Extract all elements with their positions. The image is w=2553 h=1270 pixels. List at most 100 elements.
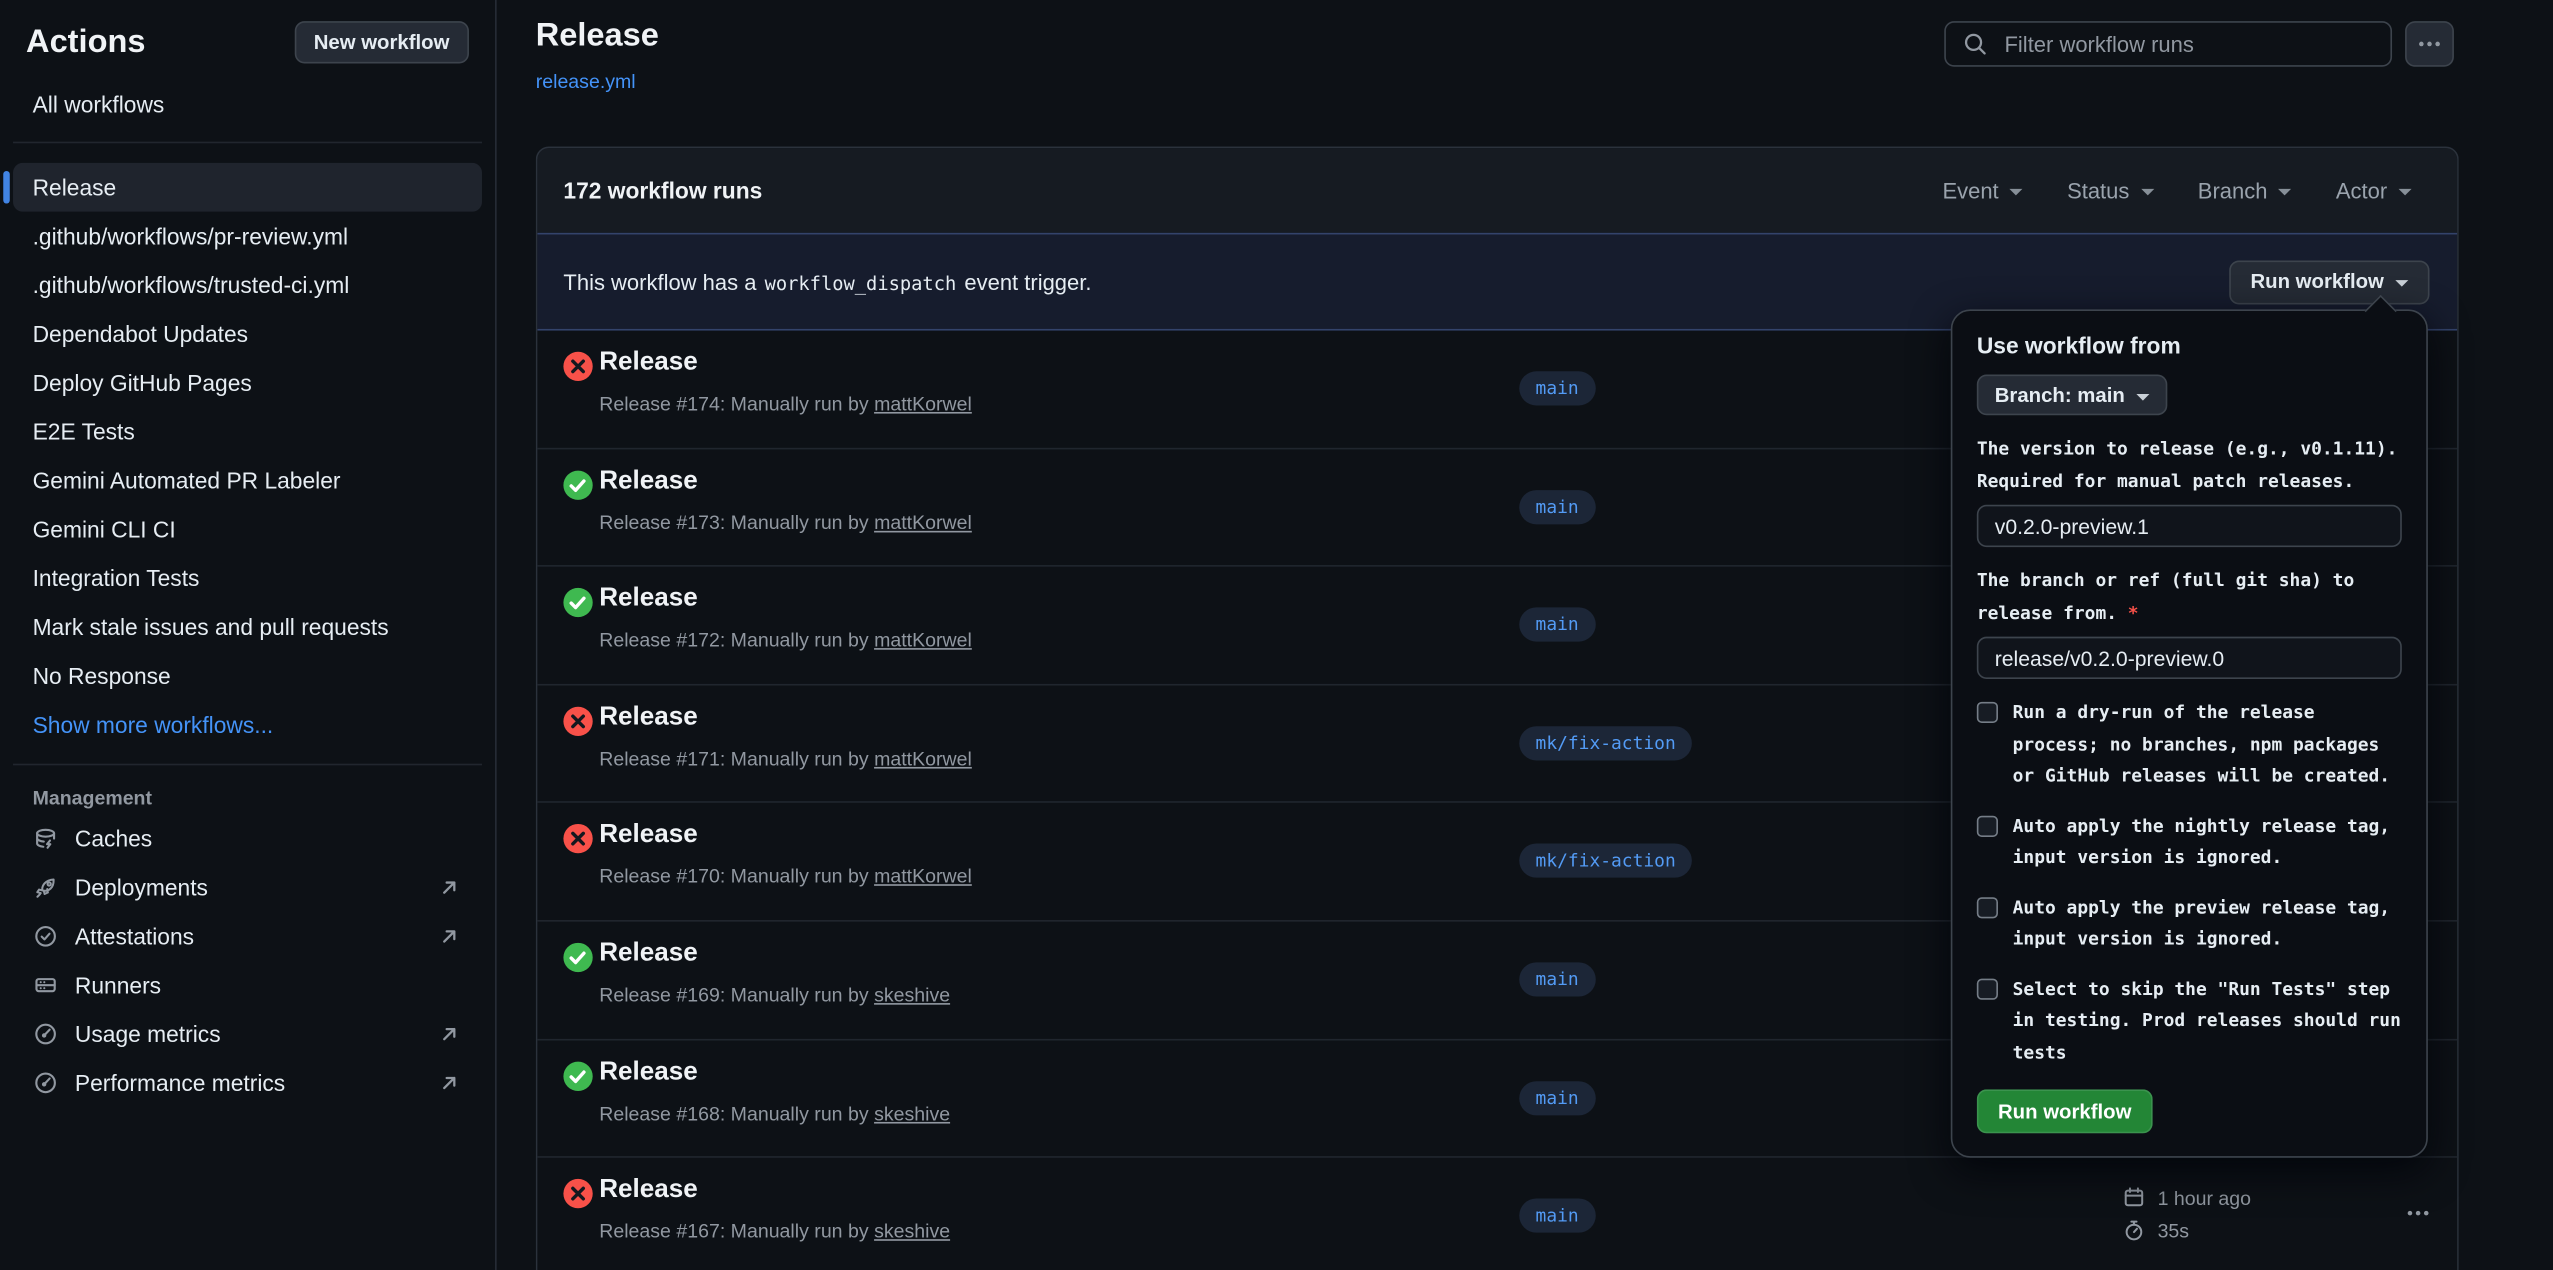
sidebar-item-mark-stale-issues-and-pull-requests[interactable]: Mark stale issues and pull requests bbox=[13, 602, 482, 651]
sidebar-title: Actions bbox=[26, 24, 145, 61]
sidebar-item-release[interactable]: Release bbox=[13, 163, 482, 212]
ref-field-description: The branch or ref (full git sha) to rele… bbox=[1977, 565, 2402, 629]
run-title-link[interactable]: Release bbox=[599, 940, 698, 969]
external-link-icon bbox=[436, 1021, 462, 1047]
run-title-link[interactable]: Release bbox=[599, 467, 698, 496]
run-workflow-submit-button[interactable]: Run workflow bbox=[1977, 1089, 2153, 1133]
checkbox[interactable] bbox=[1977, 896, 1998, 917]
chevron-down-icon bbox=[2279, 189, 2292, 196]
sidebar-item-performance-metrics[interactable]: Performance metrics bbox=[13, 1058, 482, 1107]
run-description: Release #169: Manually run by skeshive bbox=[599, 983, 950, 1006]
external-link-icon bbox=[436, 1070, 462, 1096]
checkbox[interactable] bbox=[1977, 978, 1998, 999]
chevron-down-icon bbox=[2010, 189, 2023, 196]
actions-page: Actions New workflow All workflows Relea… bbox=[0, 0, 2553, 1270]
sidebar-item-e2e-tests[interactable]: E2E Tests bbox=[13, 407, 482, 456]
banner-text: This workflow has aworkflow_dispatcheven… bbox=[563, 269, 1091, 293]
run-status-icon bbox=[563, 470, 592, 499]
sidebar-divider bbox=[13, 764, 482, 766]
filter-workflow-runs-box bbox=[1944, 21, 2392, 67]
run-branch-pill[interactable]: main bbox=[1519, 371, 1595, 405]
sidebar-item-gemini-cli-ci[interactable]: Gemini CLI CI bbox=[13, 505, 482, 554]
popup-title: Use workflow from bbox=[1977, 332, 2402, 358]
filter-actor[interactable]: Actor bbox=[2336, 178, 2412, 202]
run-title-link[interactable]: Release bbox=[599, 585, 698, 614]
workflow-list: Release.github/workflows/pr-review.yml.g… bbox=[0, 158, 495, 700]
sidebar-item-deploy-github-pages[interactable]: Deploy GitHub Pages bbox=[13, 358, 482, 407]
run-branch-pill[interactable]: main bbox=[1519, 962, 1595, 996]
new-workflow-button[interactable]: New workflow bbox=[294, 21, 469, 63]
sidebar-item-gemini-automated-pr-labeler[interactable]: Gemini Automated PR Labeler bbox=[13, 456, 482, 505]
run-meta: 1 hour ago 35s bbox=[2122, 1186, 2251, 1243]
sidebar-item-usage-metrics[interactable]: Usage metrics bbox=[13, 1010, 482, 1059]
sidebar-item-attestations[interactable]: Attestations bbox=[13, 912, 482, 961]
required-asterisk: * bbox=[2128, 602, 2139, 623]
run-branch-pill[interactable]: main bbox=[1519, 489, 1595, 523]
run-title-link[interactable]: Release bbox=[599, 348, 698, 377]
sidebar-item-github-workflows-pr-review-yml[interactable]: .github/workflows/pr-review.yml bbox=[13, 212, 482, 261]
run-status-icon bbox=[563, 825, 592, 854]
run-kebab-button[interactable] bbox=[2405, 1200, 2444, 1226]
management-section-label: Management bbox=[13, 786, 482, 809]
run-actor-link[interactable]: skeshive bbox=[874, 1220, 950, 1243]
ref-input[interactable] bbox=[1977, 637, 2402, 679]
run-title-link[interactable]: Release bbox=[599, 821, 698, 850]
sidebar-divider bbox=[13, 142, 482, 144]
filter-branch[interactable]: Branch bbox=[2198, 178, 2292, 202]
checkbox[interactable] bbox=[1977, 702, 1998, 723]
filter-event[interactable]: Event bbox=[1942, 178, 2023, 202]
run-actor-link[interactable]: skeshive bbox=[874, 983, 950, 1006]
version-input[interactable] bbox=[1977, 505, 2402, 547]
sidebar-item-github-workflows-trusted-ci-yml[interactable]: .github/workflows/trusted-ci.yml bbox=[13, 261, 482, 310]
run-workflow-dropdown-button[interactable]: Run workflow bbox=[2229, 260, 2429, 304]
run-title-link[interactable]: Release bbox=[599, 703, 698, 732]
run-title-link[interactable]: Release bbox=[599, 1176, 698, 1205]
run-description: Release #167: Manually run by skeshive bbox=[599, 1220, 950, 1243]
run-actor-link[interactable]: mattKorwel bbox=[874, 392, 972, 415]
cache-icon bbox=[33, 826, 59, 852]
filter-workflow-runs-input[interactable] bbox=[2001, 30, 2374, 58]
external-link-icon bbox=[436, 923, 462, 949]
runs-count: 172 workflow runs bbox=[563, 177, 762, 203]
run-status-icon bbox=[563, 1179, 592, 1208]
sidebar-item-all-workflows[interactable]: All workflows bbox=[13, 81, 482, 127]
run-actor-link[interactable]: skeshive bbox=[874, 1102, 950, 1125]
run-branch-pill[interactable]: main bbox=[1519, 1081, 1595, 1115]
sidebar-item-caches[interactable]: Caches bbox=[13, 814, 482, 863]
run-actor-link[interactable]: mattKorwel bbox=[874, 629, 972, 652]
run-branch-pill[interactable]: main bbox=[1519, 1199, 1595, 1233]
branch-selector-button[interactable]: Branch: main bbox=[1977, 375, 2167, 416]
workflow-run-row[interactable]: Release Release #167: Manually run by sk… bbox=[537, 1158, 2457, 1270]
popup-checkbox-row: Auto apply the nightly release tag, inpu… bbox=[1977, 810, 2402, 874]
kebab-icon bbox=[2416, 31, 2442, 57]
run-branch-pill[interactable]: mk/fix-action bbox=[1519, 844, 1692, 878]
run-status-icon bbox=[563, 352, 592, 381]
sidebar-item-no-response[interactable]: No Response bbox=[13, 651, 482, 700]
run-status-icon bbox=[563, 1061, 592, 1090]
show-more-workflows-link[interactable]: Show more workflows... bbox=[13, 700, 482, 749]
page-title: Release bbox=[536, 18, 659, 55]
checkbox-label: Run a dry-run of the release process; no… bbox=[2013, 697, 2402, 792]
workflow-file-link[interactable]: release.yml bbox=[536, 70, 636, 93]
chevron-down-icon bbox=[2399, 189, 2412, 196]
run-actor-link[interactable]: mattKorwel bbox=[874, 865, 972, 888]
sidebar-item-integration-tests[interactable]: Integration Tests bbox=[13, 554, 482, 603]
run-title-link[interactable]: Release bbox=[599, 1058, 698, 1087]
sidebar-item-runners[interactable]: Runners bbox=[13, 961, 482, 1010]
filter-status[interactable]: Status bbox=[2067, 178, 2154, 202]
workflow-options-kebab-button[interactable] bbox=[2405, 21, 2454, 67]
run-actor-link[interactable]: mattKorwel bbox=[874, 747, 972, 770]
run-branch-pill[interactable]: main bbox=[1519, 608, 1595, 642]
run-status-icon bbox=[563, 943, 592, 972]
checkbox[interactable] bbox=[1977, 815, 1998, 836]
run-description: Release #172: Manually run by mattKorwel bbox=[599, 629, 972, 652]
version-field-description: The version to release (e.g., v0.1.11). … bbox=[1977, 433, 2402, 497]
run-description: Release #174: Manually run by mattKorwel bbox=[599, 392, 972, 415]
run-actor-link[interactable]: mattKorwel bbox=[874, 511, 972, 534]
popup-checkbox-row: Select to skip the "Run Tests" step in t… bbox=[1977, 973, 2402, 1068]
popup-checkbox-row: Auto apply the preview release tag, inpu… bbox=[1977, 892, 2402, 956]
run-branch-pill[interactable]: mk/fix-action bbox=[1519, 726, 1692, 760]
sidebar-item-dependabot-updates[interactable]: Dependabot Updates bbox=[13, 309, 482, 358]
sidebar-item-deployments[interactable]: Deployments bbox=[13, 863, 482, 912]
meter-icon bbox=[33, 1021, 59, 1047]
